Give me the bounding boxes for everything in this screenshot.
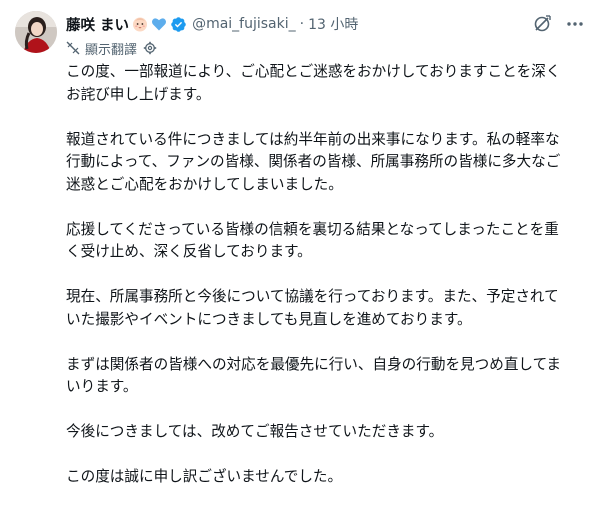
tweet-paragraph: 報道されている件につきましては約半年前の出来事になります。私の軽率な 行動によっ… [66,130,561,193]
avatar[interactable] [15,11,57,53]
tweet-text: この度、一部報道により、ご心配とご迷惑をおかけしておりますことを深く お詫び申し… [66,61,588,511]
tweet-paragraph: 今後につきましては、改めてご報告させていただきます。 [66,423,444,440]
handle[interactable]: @mai_fujisaki_ [192,16,296,32]
blue-heart-emoji-icon [151,16,167,32]
tweet-paragraph: まずは関係者の皆様への対応を最優先に行い、自身の行動を見つめ直してま いります。 [66,355,562,396]
tweet-paragraph: この度、一部報道により、ご心配とご迷惑をおかけしておりますことを深く お詫び申し… [66,63,561,103]
tweet-paragraph: この度は誠に申し訳ございませんでした。 [66,468,343,485]
translate-row: 顯示翻譯 [66,39,157,58]
tweet-header: 藤咲 まい @mai_fujisaki_ · 13 小時 [66,14,540,34]
tweet-paragraph: 応援してくださっている皆様の信頼を裏切る結果となってしまったことを重 く受け止め… [66,220,559,261]
separator-dot: · [299,16,305,32]
avatar-image [15,11,57,53]
grok-icon[interactable] [531,13,553,35]
display-name[interactable]: 藤咲 まい [66,14,129,35]
tweet: 藤咲 まい @mai_fujisaki_ · 13 小時 顯示翻譯 この度、一部… [0,0,600,485]
verified-badge-icon[interactable] [170,16,187,33]
translate-icon [66,41,80,55]
more-options-icon[interactable] [564,13,586,35]
baby-face-emoji-icon [132,16,148,32]
tweet-paragraph: 現在、所属事務所と今後について協議を行っております。また、予定されて いた撮影や… [66,288,559,328]
gear-icon[interactable] [143,41,157,55]
show-translation-link[interactable]: 顯示翻譯 [85,39,137,58]
timestamp[interactable]: 13 小時 [308,14,358,34]
